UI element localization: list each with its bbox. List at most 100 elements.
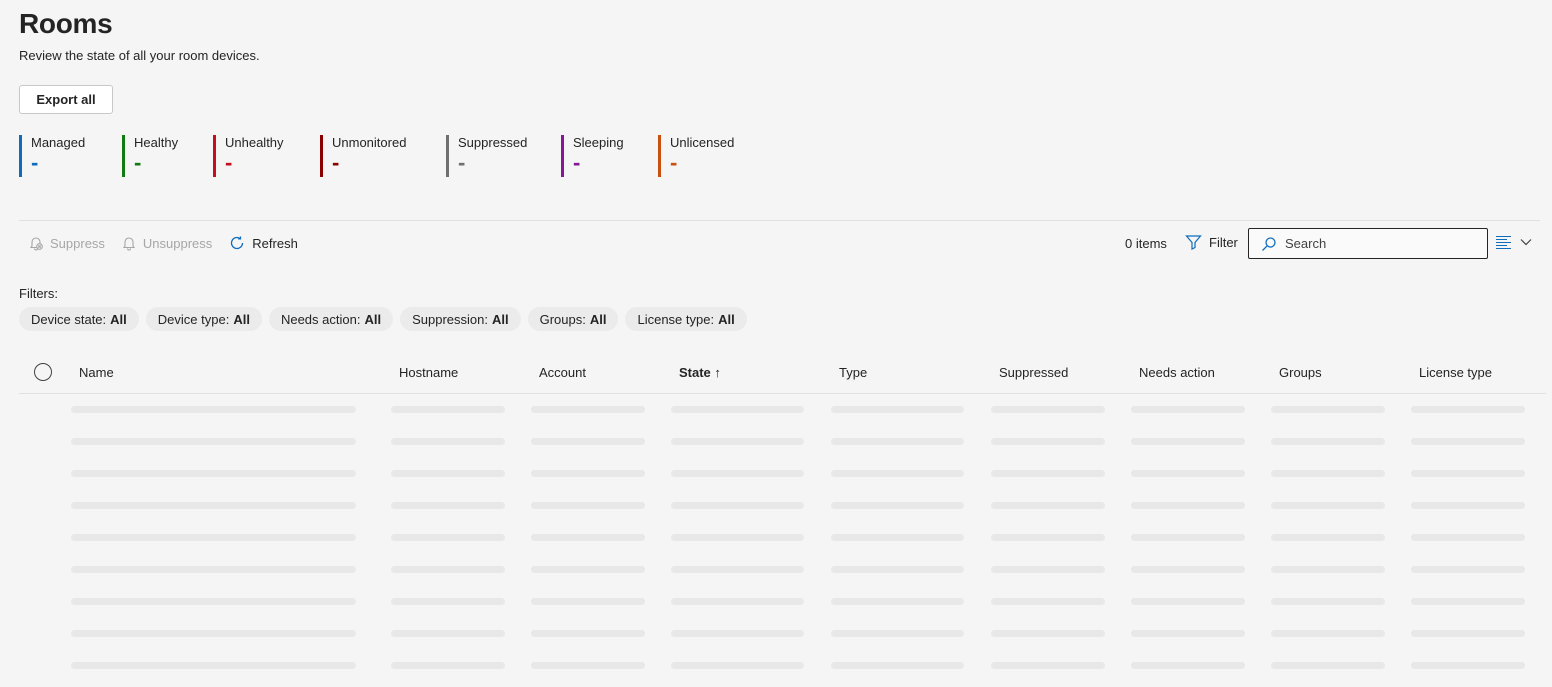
- filter-chip-device-state[interactable]: Device state: All: [19, 307, 139, 331]
- stat-healthy[interactable]: Healthy -: [122, 135, 178, 177]
- loading-shimmer-bar: [991, 438, 1105, 445]
- loading-shimmer-bar: [671, 470, 804, 477]
- loading-shimmer-bar: [531, 470, 645, 477]
- loading-shimmer-bar: [831, 502, 964, 509]
- loading-shimmer-bar: [1131, 534, 1245, 541]
- loading-shimmer-bar: [531, 534, 645, 541]
- filter-chips: Device state: All Device type: All Needs a…: [19, 307, 754, 331]
- loading-shimmer-bar: [1271, 630, 1385, 637]
- table-row-placeholder: [0, 426, 1552, 458]
- loading-shimmer-bar: [1411, 438, 1525, 445]
- chip-value: All: [364, 311, 382, 327]
- table-row-placeholder: [0, 522, 1552, 554]
- loading-shimmer-bar: [71, 470, 356, 477]
- loading-shimmer-bar: [991, 630, 1105, 637]
- loading-shimmer-bar: [1131, 662, 1245, 669]
- filter-button[interactable]: Filter: [1185, 234, 1238, 250]
- loading-shimmer-bar: [71, 566, 356, 573]
- loading-shimmer-bar: [831, 470, 964, 477]
- loading-shimmer-bar: [1131, 438, 1245, 445]
- chip-name: Device type:: [157, 311, 230, 327]
- stat-value: -: [134, 150, 142, 175]
- loading-shimmer-bar: [671, 534, 804, 541]
- loading-shimmer-bar: [1271, 406, 1385, 413]
- loading-shimmer-bar: [671, 438, 804, 445]
- loading-shimmer-bar: [531, 406, 645, 413]
- loading-shimmer-bar: [831, 630, 964, 637]
- chip-name: Device state:: [31, 311, 107, 327]
- items-count: 0 items: [1125, 236, 1167, 251]
- table-body: [0, 394, 1552, 682]
- loading-shimmer-bar: [831, 438, 964, 445]
- column-header-type[interactable]: Type: [839, 365, 867, 380]
- loading-shimmer-bar: [531, 502, 645, 509]
- search-input[interactable]: [1285, 236, 1475, 251]
- loading-shimmer-bar: [1411, 534, 1525, 541]
- suppress-button[interactable]: Suppress: [28, 235, 105, 251]
- stat-label: Suppressed: [458, 135, 528, 150]
- filter-chip-groups[interactable]: Groups: All: [527, 307, 619, 331]
- column-header-account[interactable]: Account: [539, 365, 586, 380]
- column-header-needs-action[interactable]: Needs action: [1139, 365, 1215, 380]
- unsuppress-button[interactable]: Unsuppress: [121, 235, 212, 251]
- loading-shimmer-bar: [391, 438, 505, 445]
- table-row-placeholder: [0, 394, 1552, 426]
- loading-shimmer-bar: [831, 598, 964, 605]
- loading-shimmer-bar: [991, 406, 1105, 413]
- list-view-icon: [1496, 235, 1511, 250]
- stat-suppressed[interactable]: Suppressed -: [446, 135, 527, 177]
- loading-shimmer-bar: [1131, 406, 1245, 413]
- filter-label: Filter: [1209, 234, 1238, 250]
- stat-unmonitored[interactable]: Unmonitored -: [320, 135, 406, 177]
- stat-value: -: [458, 150, 466, 175]
- stat-sleeping[interactable]: Sleeping -: [561, 135, 624, 177]
- stat-unlicensed[interactable]: Unlicensed -: [658, 135, 734, 177]
- loading-shimmer-bar: [71, 502, 356, 509]
- stat-value: -: [225, 150, 233, 175]
- export-all-button[interactable]: Export all: [19, 85, 113, 114]
- select-all-radio[interactable]: [34, 363, 52, 381]
- unsuppress-label: Unsuppress: [142, 235, 213, 251]
- column-header-state[interactable]: State ↑: [679, 365, 721, 380]
- loading-shimmer-bar: [391, 470, 505, 477]
- column-header-name[interactable]: Name: [79, 365, 114, 380]
- stat-label: Sleeping: [573, 135, 624, 150]
- loading-shimmer-bar: [391, 406, 505, 413]
- loading-shimmer-bar: [1271, 566, 1385, 573]
- filter-chip-needs-action[interactable]: Needs action: All: [268, 307, 394, 331]
- stat-label: Managed: [31, 135, 86, 150]
- stat-unhealthy[interactable]: Unhealthy -: [213, 135, 284, 177]
- loading-shimmer-bar: [1271, 502, 1385, 509]
- loading-shimmer-bar: [71, 534, 356, 541]
- search-box[interactable]: [1248, 228, 1488, 259]
- loading-shimmer-bar: [1411, 470, 1525, 477]
- loading-shimmer-bar: [671, 502, 804, 509]
- loading-shimmer-bar: [991, 470, 1105, 477]
- refresh-icon: [231, 236, 244, 250]
- filter-chip-license-type[interactable]: License type: All: [625, 307, 747, 331]
- page-subtitle: Review the state of all your room device…: [19, 48, 260, 63]
- loading-shimmer-bar: [831, 534, 964, 541]
- column-header-suppressed[interactable]: Suppressed: [999, 365, 1068, 380]
- stat-managed[interactable]: Managed -: [19, 135, 85, 177]
- loading-shimmer-bar: [1271, 438, 1385, 445]
- column-header-hostname[interactable]: Hostname: [399, 365, 458, 380]
- filter-chip-device-type[interactable]: Device type: All: [145, 307, 262, 331]
- filter-chip-suppression[interactable]: Suppression: All: [400, 307, 521, 331]
- loading-shimmer-bar: [391, 502, 505, 509]
- loading-shimmer-bar: [531, 566, 645, 573]
- column-header-license-type[interactable]: License type: [1419, 365, 1492, 380]
- loading-shimmer-bar: [1271, 470, 1385, 477]
- refresh-button[interactable]: Refresh: [228, 234, 298, 252]
- loading-shimmer-bar: [991, 662, 1105, 669]
- view-options-button[interactable]: [1495, 234, 1533, 250]
- loading-shimmer-bar: [391, 566, 505, 573]
- loading-shimmer-bar: [671, 598, 804, 605]
- loading-shimmer-bar: [1411, 566, 1525, 573]
- loading-shimmer-bar: [391, 534, 505, 541]
- loading-shimmer-bar: [1131, 470, 1245, 477]
- loading-shimmer-bar: [1131, 630, 1245, 637]
- loading-shimmer-bar: [671, 630, 804, 637]
- chip-value: All: [718, 311, 735, 327]
- column-header-groups[interactable]: Groups: [1279, 365, 1322, 380]
